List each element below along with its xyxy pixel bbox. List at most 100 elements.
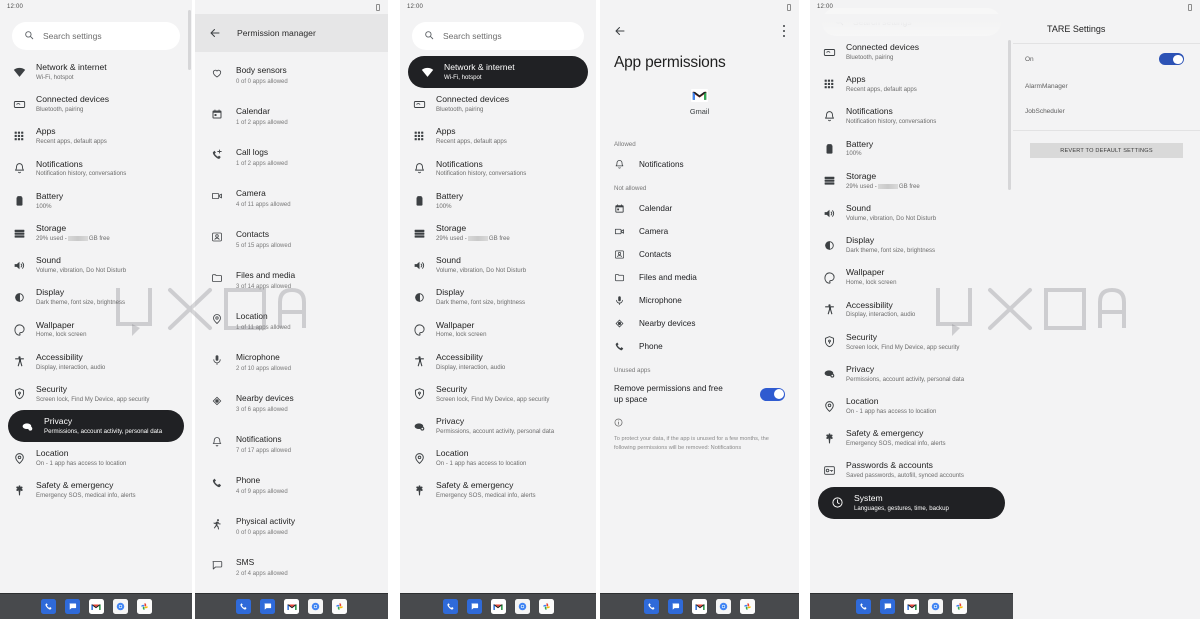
photos-app-icon[interactable] bbox=[740, 599, 755, 614]
settings-row-privacy[interactable]: Privacy Permissions, account activity, pe… bbox=[8, 410, 184, 443]
phone-app-icon[interactable] bbox=[644, 599, 659, 614]
settings-row-wallpaper[interactable]: Wallpaper Home, lock screen bbox=[400, 314, 596, 346]
settings-row-storage[interactable]: Storage 29% used - GB free bbox=[0, 217, 192, 249]
photos-app-icon[interactable] bbox=[538, 599, 554, 614]
search-settings-bar[interactable]: Search settings bbox=[412, 22, 584, 50]
tare-row[interactable]: JobScheduler bbox=[1013, 99, 1200, 124]
messages-app-icon[interactable] bbox=[668, 599, 683, 614]
chrome-app-icon[interactable] bbox=[112, 599, 128, 614]
settings-row-apps[interactable]: Apps Recent apps, default apps bbox=[0, 120, 192, 152]
permission-row[interactable]: Contacts 5 of 15 apps allowed bbox=[195, 216, 388, 257]
messages-app-icon[interactable] bbox=[64, 599, 80, 614]
chrome-app-icon[interactable] bbox=[928, 599, 943, 614]
app-permission-row[interactable]: Nearby devices bbox=[600, 312, 799, 335]
chrome-app-icon[interactable] bbox=[308, 599, 323, 614]
tare-row[interactable]: AlarmManager bbox=[1013, 74, 1200, 99]
phone-app-icon[interactable] bbox=[442, 599, 458, 614]
settings-row-storage[interactable]: Storage 29% used - GB free bbox=[810, 165, 1013, 197]
photos-app-icon[interactable] bbox=[136, 599, 152, 614]
gmail-app-icon[interactable] bbox=[692, 599, 707, 614]
settings-row-accessibility[interactable]: Accessibility Display, interaction, audio bbox=[400, 346, 596, 378]
settings-row-battery[interactable]: Battery 100% bbox=[400, 185, 596, 217]
app-permission-row[interactable]: Camera bbox=[600, 220, 799, 243]
settings-row-display[interactable]: Display Dark theme, font size, brightness bbox=[810, 229, 1013, 261]
settings-row-storage[interactable]: Storage 29% used - GB free bbox=[400, 217, 596, 249]
chrome-app-icon[interactable] bbox=[716, 599, 731, 614]
app-permission-row[interactable]: Files and media bbox=[600, 266, 799, 289]
settings-row-security[interactable]: Security Screen lock, Find My Device, app… bbox=[810, 326, 1013, 358]
messages-app-icon[interactable] bbox=[466, 599, 482, 614]
settings-row-accessibility[interactable]: Accessibility Display, interaction, audio bbox=[0, 346, 192, 378]
search-settings-bar[interactable]: Search settings bbox=[12, 22, 180, 50]
settings-row-wallpaper[interactable]: Wallpaper Home, lock screen bbox=[0, 314, 192, 346]
app-permission-row[interactable]: Phone bbox=[600, 335, 799, 358]
settings-row-sound[interactable]: Sound Volume, vibration, Do Not Disturb bbox=[400, 249, 596, 281]
settings-row-privacy[interactable]: Privacy Permissions, account activity, pe… bbox=[400, 410, 596, 442]
permission-row[interactable]: Call logs 1 of 2 apps allowed bbox=[195, 134, 388, 175]
permission-row[interactable]: Files and media 3 of 14 apps allowed bbox=[195, 257, 388, 298]
permission-row[interactable]: Nearby devices 3 of 6 apps allowed bbox=[195, 380, 388, 421]
settings-row-battery[interactable]: Battery 100% bbox=[0, 185, 192, 217]
phone-app-icon[interactable] bbox=[40, 599, 56, 614]
settings-row-notifications[interactable]: Notifications Notification history, conve… bbox=[0, 153, 192, 185]
settings-row-safety-emergency[interactable]: Safety & emergency Emergency SOS, medical… bbox=[0, 474, 192, 506]
tare-enable-toggle[interactable] bbox=[1159, 53, 1184, 65]
revert-to-default-button[interactable]: REVERT TO DEFAULT SETTINGS bbox=[1030, 143, 1183, 158]
settings-row-apps[interactable]: Apps Recent apps, default apps bbox=[810, 68, 1013, 100]
permission-row[interactable]: SMS 2 of 4 apps allowed bbox=[195, 544, 388, 585]
app-permission-row[interactable]: Contacts bbox=[600, 243, 799, 266]
settings-row-privacy[interactable]: Privacy Permissions, account activity, pe… bbox=[810, 358, 1013, 390]
remove-permissions-toggle[interactable] bbox=[760, 387, 785, 401]
settings-row-network-internet[interactable]: Network & internet Wi-Fi, hotspot bbox=[0, 56, 192, 88]
scrollbar[interactable] bbox=[1008, 40, 1011, 190]
settings-row-display[interactable]: Display Dark theme, font size, brightness bbox=[400, 281, 596, 313]
photos-app-icon[interactable] bbox=[952, 599, 967, 614]
gmail-app-icon[interactable] bbox=[88, 599, 104, 614]
settings-row-connected-devices[interactable]: Connected devices Bluetooth, pairing bbox=[810, 36, 1013, 68]
settings-row-notifications[interactable]: Notifications Notification history, conve… bbox=[810, 100, 1013, 132]
messages-app-icon[interactable] bbox=[880, 599, 895, 614]
settings-row-battery[interactable]: Battery 100% bbox=[810, 133, 1013, 165]
settings-row-notifications[interactable]: Notifications Notification history, conve… bbox=[400, 153, 596, 185]
overflow-menu-icon[interactable] bbox=[782, 25, 785, 37]
settings-row-system[interactable]: System Languages, gestures, time, backup bbox=[818, 486, 1005, 519]
permission-row[interactable]: Calendar 1 of 2 apps allowed bbox=[195, 93, 388, 134]
permission-row[interactable]: Physical activity 0 of 0 apps allowed bbox=[195, 503, 388, 544]
settings-row-location[interactable]: Location On - 1 app has access to locatio… bbox=[0, 442, 192, 474]
gmail-app-icon[interactable] bbox=[904, 599, 919, 614]
tare-row[interactable]: On bbox=[1013, 44, 1200, 74]
settings-row-sound[interactable]: Sound Volume, vibration, Do Not Disturb bbox=[810, 197, 1013, 229]
back-arrow-icon[interactable] bbox=[614, 25, 626, 37]
phone-app-icon[interactable] bbox=[856, 599, 871, 614]
gmail-app-icon[interactable] bbox=[490, 599, 506, 614]
settings-row-passwords-accounts[interactable]: Passwords & accounts Saved passwords, aut… bbox=[810, 454, 1013, 486]
photos-app-icon[interactable] bbox=[332, 599, 347, 614]
settings-row-security[interactable]: Security Screen lock, Find My Device, app… bbox=[0, 378, 192, 410]
messages-app-icon[interactable] bbox=[260, 599, 275, 614]
permission-row[interactable]: Body sensors 0 of 0 apps allowed bbox=[195, 52, 388, 93]
permission-row[interactable]: Notifications 7 of 17 apps allowed bbox=[195, 421, 388, 462]
settings-row-safety-emergency[interactable]: Safety & emergency Emergency SOS, medical… bbox=[400, 474, 596, 506]
app-permission-row[interactable]: Calendar bbox=[600, 197, 799, 220]
permission-row[interactable]: Phone 4 of 9 apps allowed bbox=[195, 462, 388, 503]
chrome-app-icon[interactable] bbox=[514, 599, 530, 614]
settings-row-wallpaper[interactable]: Wallpaper Home, lock screen bbox=[810, 261, 1013, 293]
app-permission-row[interactable]: Notifications bbox=[600, 153, 799, 176]
settings-row-network-internet[interactable]: Network & internet Wi-Fi, hotspot bbox=[408, 56, 588, 89]
settings-row-location[interactable]: Location On - 1 app has access to locatio… bbox=[400, 442, 596, 474]
permission-row[interactable]: Microphone 2 of 10 apps allowed bbox=[195, 339, 388, 380]
settings-row-sound[interactable]: Sound Volume, vibration, Do Not Disturb bbox=[0, 249, 192, 281]
permission-row[interactable]: Camera 4 of 11 apps allowed bbox=[195, 175, 388, 216]
settings-row-safety-emergency[interactable]: Safety & emergency Emergency SOS, medical… bbox=[810, 422, 1013, 454]
settings-row-location[interactable]: Location On - 1 app has access to locatio… bbox=[810, 390, 1013, 422]
app-permission-row[interactable]: Microphone bbox=[600, 289, 799, 312]
scrollbar[interactable] bbox=[188, 10, 191, 70]
gmail-app-icon[interactable] bbox=[284, 599, 299, 614]
settings-row-connected-devices[interactable]: Connected devices Bluetooth, pairing bbox=[0, 88, 192, 120]
settings-row-display[interactable]: Display Dark theme, font size, brightness bbox=[0, 281, 192, 313]
settings-row-security[interactable]: Security Screen lock, Find My Device, app… bbox=[400, 378, 596, 410]
phone-app-icon[interactable] bbox=[236, 599, 251, 614]
remove-permissions-row[interactable]: Remove permissions and free up space bbox=[600, 379, 799, 405]
settings-row-connected-devices[interactable]: Connected devices Bluetooth, pairing bbox=[400, 88, 596, 120]
permission-row[interactable]: Location 1 of 11 apps allowed bbox=[195, 298, 388, 339]
